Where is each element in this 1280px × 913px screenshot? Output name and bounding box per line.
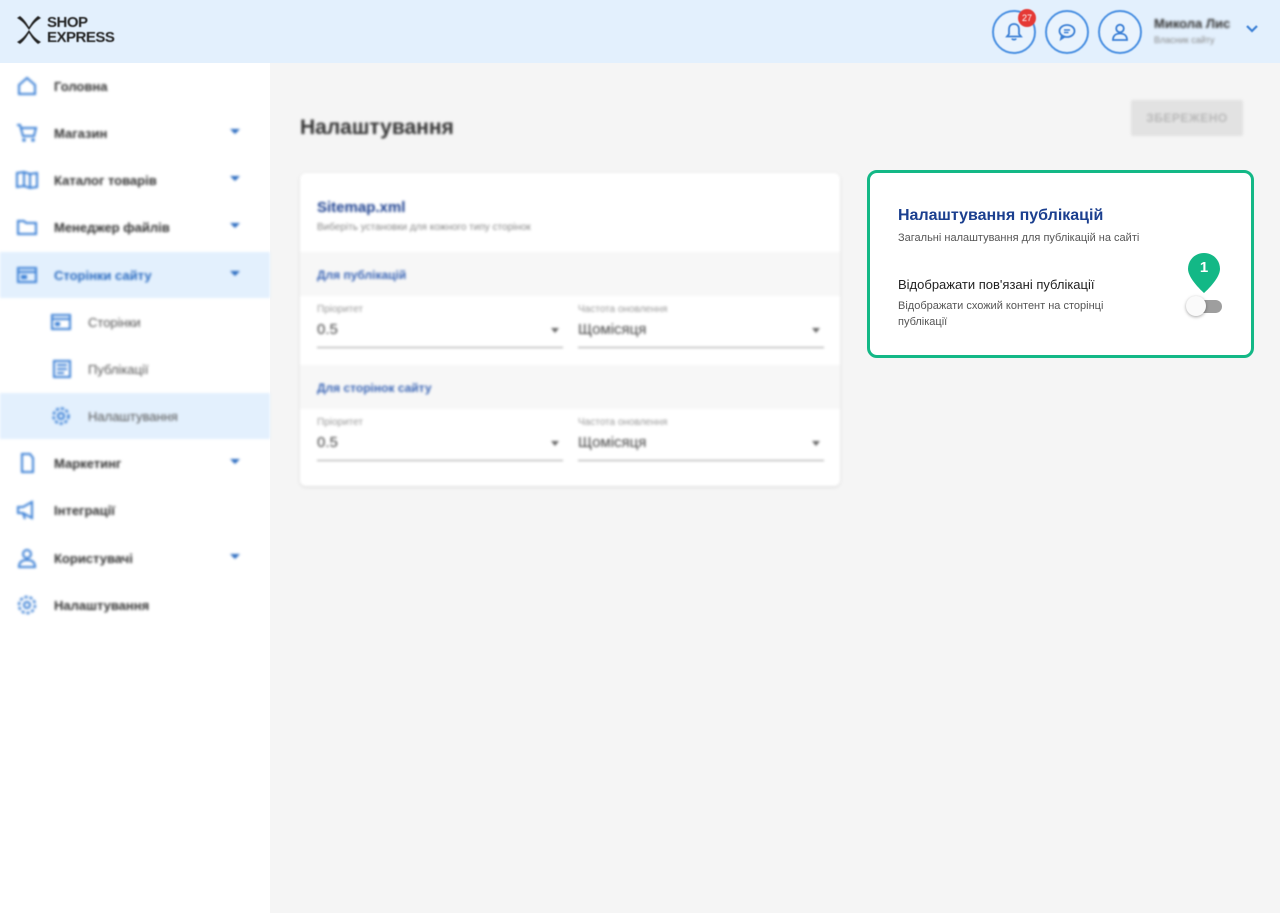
field-value: Щомісяця: [578, 434, 647, 451]
step-number: 1: [1199, 259, 1209, 276]
top-header: SHOP EXPRESS 27 Микола Лис Власник сайту: [0, 0, 1280, 63]
sidebar-item-pages-settings[interactable]: Налаштування: [0, 393, 270, 439]
publications-settings-title: Налаштування публікацій: [898, 207, 1104, 224]
caret-down-icon: [812, 328, 820, 333]
field-label: Пріоритет: [317, 304, 363, 315]
profile-button[interactable]: [1098, 10, 1142, 54]
toggle-knob: [1186, 296, 1206, 316]
sidebar-item-marketing[interactable]: Маркетинг: [0, 440, 270, 486]
notifications-badge: 27: [1018, 9, 1036, 27]
sidebar-item-label: Магазин: [54, 125, 108, 141]
notifications-button[interactable]: 27: [992, 9, 1036, 54]
field-value: 0.5: [317, 321, 338, 338]
frequency-select-site-pages[interactable]: Частота оновлення Щомісяця: [578, 417, 824, 461]
section-label-site-pages: Для сторінок сайту: [317, 381, 432, 395]
home-icon: [18, 76, 36, 95]
chevron-down-icon: [230, 554, 240, 559]
sidebar-item-label: Маркетинг: [54, 455, 122, 471]
pages-icon: [17, 267, 37, 283]
sidebar-item-shop[interactable]: Магазин: [0, 110, 270, 156]
chevron-down-icon: [230, 176, 240, 181]
sidebar-item-label: Каталог товарів: [54, 172, 157, 188]
field-label: Пріоритет: [317, 417, 363, 428]
user-icon: [17, 549, 37, 568]
sidebar-item-label: Сторінки: [88, 314, 141, 330]
gear-icon: [17, 595, 37, 615]
user-icon: [1112, 23, 1128, 41]
field-label: Частота оновлення: [578, 417, 668, 428]
field-value: Щомісяця: [578, 321, 647, 338]
user-role: Власник сайту: [1154, 35, 1215, 45]
user-name: Микола Лис: [1154, 16, 1231, 31]
frequency-select-publications[interactable]: Частота оновлення Щомісяця: [578, 304, 824, 348]
caret-down-icon: [551, 441, 559, 446]
step-marker: 1: [1188, 253, 1220, 293]
sidebar-item-pages[interactable]: Сторінки: [0, 299, 270, 345]
field-value: 0.5: [317, 434, 338, 451]
sidebar: Головна Магазин Каталог товарів Менеджер…: [0, 63, 270, 913]
sidebar-item-label: Налаштування: [54, 597, 150, 613]
caret-down-icon: [812, 441, 820, 446]
sidebar-item-integrations[interactable]: Інтеграції: [0, 487, 270, 533]
logo-line-1: SHOP: [47, 14, 88, 31]
page-title: Налаштування: [300, 116, 454, 139]
marketing-icon: [21, 453, 34, 473]
priority-select-site-pages[interactable]: Пріоритет 0.5: [317, 417, 563, 461]
related-publications-description: Відображати схожий контент на сторінці п…: [898, 300, 1104, 328]
catalog-icon: [16, 170, 38, 190]
caret-down-icon: [551, 328, 559, 333]
folder-icon: [17, 220, 37, 235]
sidebar-item-settings[interactable]: Налаштування: [0, 582, 270, 628]
chevron-down-icon[interactable]: [1245, 24, 1259, 34]
sidebar-item-publications[interactable]: Публікації: [0, 346, 270, 392]
section-label-publications: Для публікацій: [317, 268, 407, 282]
logo-text: SHOP EXPRESS: [47, 14, 115, 46]
logo-line-2: EXPRESS: [47, 29, 115, 46]
sidebar-item-users[interactable]: Користувачі: [0, 535, 270, 581]
sitemap-title: Sitemap.xml: [317, 199, 406, 216]
sidebar-item-label: Головна: [54, 78, 108, 94]
sidebar-item-files[interactable]: Менеджер файлів: [0, 204, 270, 250]
sidebar-item-label: Налаштування: [88, 408, 178, 424]
chevron-down-icon: [230, 129, 240, 134]
related-publications-toggle[interactable]: [1186, 296, 1224, 316]
sitemap-card: Sitemap.xml Виберіть установки для кожно…: [300, 173, 840, 486]
messages-button[interactable]: [1045, 10, 1089, 54]
publications-settings-subtitle: Загальні налаштування для публікацій на …: [898, 232, 1140, 244]
chevron-down-icon: [230, 459, 240, 464]
field-label: Частота оновлення: [578, 304, 668, 315]
chevron-down-icon: [230, 223, 240, 228]
sidebar-item-site-pages[interactable]: Сторінки сайту: [0, 252, 270, 298]
sidebar-item-label: Публікації: [88, 361, 149, 377]
sidebar-item-label: Інтеграції: [54, 502, 115, 518]
chat-icon: [1058, 24, 1076, 41]
sidebar-item-label: Менеджер файлів: [54, 219, 170, 235]
sidebar-item-label: Користувачі: [54, 550, 133, 566]
user-info[interactable]: Микола Лис Власник сайту: [1154, 16, 1230, 45]
related-publications-title: Відображати пов'язані публікації: [898, 277, 1095, 292]
cart-icon: [17, 124, 38, 142]
sitemap-subtitle: Виберіть установки для кожного типу стор…: [317, 222, 531, 233]
page-icon: [51, 314, 71, 330]
logo[interactable]: SHOP EXPRESS: [14, 14, 115, 46]
sidebar-item-home[interactable]: Головна: [0, 63, 270, 109]
megaphone-icon: [17, 500, 33, 520]
sidebar-item-catalog[interactable]: Каталог товарів: [0, 157, 270, 203]
priority-select-publications[interactable]: Пріоритет 0.5: [317, 304, 563, 348]
logo-icon: [17, 16, 41, 44]
sidebar-item-label: Сторінки сайту: [54, 267, 152, 283]
save-button[interactable]: ЗБЕРЕЖЕНО: [1131, 100, 1243, 136]
gear-icon: [52, 407, 70, 425]
chevron-down-icon: [230, 271, 240, 276]
publication-icon: [53, 360, 71, 378]
